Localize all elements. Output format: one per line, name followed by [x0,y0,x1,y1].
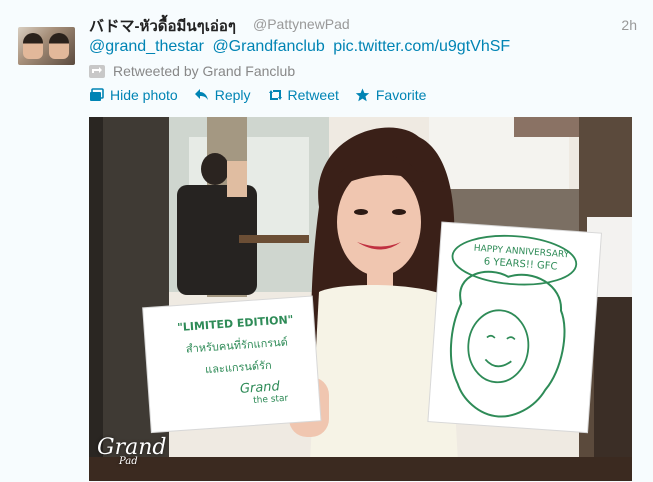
tweet-actions: Hide photo Reply Retweet Favorite [89,86,442,104]
tweet: バドマ-หัวดื้อมีนๆเอ่อๆ @PattynewPad 2h @gr… [0,0,653,482]
retweeted-by-label[interactable]: Retweeted by Grand Fanclub [113,63,295,79]
star-icon [355,88,370,102]
tweet-timestamp[interactable]: 2h [621,17,637,33]
tweet-fullname[interactable]: バドマ-หัวดื้อมีนๆเอ่อๆ [89,14,236,38]
retweet-icon [89,64,105,78]
tweet-header: バドマ-หัวดื้อมีนๆเอ่อๆ @PattynewPad 2h [89,14,639,36]
avatar[interactable] [18,27,75,65]
photo-icon [89,88,104,102]
mention-grand-thestar[interactable]: @grand_thestar [89,38,204,55]
reply-label: Reply [214,87,251,103]
photo-watermark: Grand Pad [97,435,166,467]
pic-link[interactable]: pic.twitter.com/u9gtVhSF [333,38,510,55]
retweet-arrows-icon [267,88,282,102]
favorite-label: Favorite [375,87,427,103]
hide-photo-button[interactable]: Hide photo [89,87,178,103]
tweet-photo[interactable]: "LIMITED EDITION" สำหรับคนที่รักแกรนด์ แ… [89,117,632,481]
reply-button[interactable]: Reply [194,87,251,103]
left-sign-text: "LIMITED EDITION" สำหรับคนที่รักแกรนด์ แ… [156,312,320,413]
photo-illustration [89,117,632,481]
avatar-person-right [49,33,69,59]
avatar-person-left [23,33,43,59]
retweeted-by: Retweeted by Grand Fanclub [89,63,295,79]
retweet-button[interactable]: Retweet [267,87,339,103]
hide-photo-label: Hide photo [110,87,178,103]
reply-icon [194,88,209,102]
tweet-username[interactable]: @PattynewPad [253,16,350,32]
favorite-button[interactable]: Favorite [355,87,427,103]
retweet-label: Retweet [287,87,339,103]
mention-grandfanclub[interactable]: @Grandfanclub [212,38,324,55]
tweet-text: @grand_thestar @Grandfanclub pic.twitter… [89,38,514,56]
